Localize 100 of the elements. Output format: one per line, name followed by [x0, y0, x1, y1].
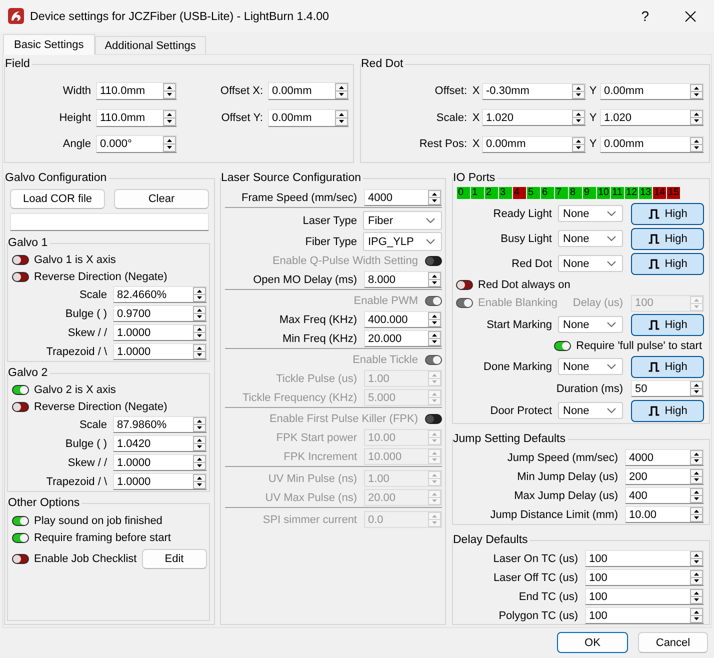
- up-down-arrows-icon[interactable]: [193, 474, 206, 489]
- polarity-button[interactable]: High: [631, 252, 704, 274]
- number-field[interactable]: 0.000°: [96, 135, 177, 153]
- cancel-button[interactable]: Cancel: [638, 632, 708, 653]
- toggle-switch[interactable]: [12, 254, 29, 264]
- toggle-switch[interactable]: [554, 340, 572, 350]
- port-indicator: 13: [639, 187, 652, 199]
- number-field[interactable]: 1.020: [482, 109, 586, 126]
- edit-button[interactable]: Edit: [142, 549, 207, 569]
- up-down-arrows-icon[interactable]: [428, 272, 441, 287]
- number-field[interactable]: 0.00mm: [600, 82, 704, 100]
- tab[interactable]: Basic Settings: [3, 34, 95, 55]
- help-button[interactable]: ?: [641, 8, 649, 24]
- number-field[interactable]: 20.000: [364, 330, 442, 347]
- polarity-button[interactable]: High: [631, 400, 704, 422]
- toggle-switch[interactable]: [12, 384, 29, 394]
- number-field[interactable]: 100: [585, 550, 704, 567]
- number-field[interactable]: 110.0mm: [96, 82, 177, 100]
- number-field[interactable]: 200: [625, 468, 704, 485]
- clear-button[interactable]: Clear: [114, 189, 209, 209]
- polarity-button[interactable]: High: [631, 314, 704, 336]
- up-down-arrows-icon[interactable]: [193, 455, 206, 470]
- up-down-arrows-icon[interactable]: [193, 287, 206, 302]
- number-field[interactable]: 82.4660%: [113, 286, 207, 303]
- up-down-arrows-icon[interactable]: [163, 136, 176, 152]
- number-field[interactable]: 0.00mm: [600, 136, 704, 152]
- polarity-button[interactable]: High: [631, 228, 704, 250]
- up-down-arrows-icon[interactable]: [163, 83, 176, 99]
- up-down-arrows-icon[interactable]: [335, 83, 348, 99]
- up-down-arrows-icon[interactable]: [690, 608, 703, 623]
- up-down-arrows-icon[interactable]: [572, 110, 585, 125]
- tab[interactable]: Additional Settings: [94, 36, 206, 54]
- number-field[interactable]: 50: [631, 380, 704, 397]
- number-field[interactable]: 100: [585, 588, 704, 605]
- up-down-arrows-icon[interactable]: [193, 417, 206, 432]
- up-down-arrows-icon[interactable]: [690, 110, 703, 125]
- up-down-arrows-icon[interactable]: [690, 570, 703, 585]
- number-field[interactable]: 400.000: [364, 311, 442, 328]
- dropdown[interactable]: None: [558, 402, 623, 419]
- up-down-arrows-icon[interactable]: [193, 344, 206, 359]
- up-down-arrows-icon[interactable]: [690, 507, 703, 522]
- up-down-arrows-icon[interactable]: [163, 110, 176, 126]
- dropdown[interactable]: None: [558, 316, 623, 333]
- number-field[interactable]: 1.020: [600, 109, 704, 126]
- up-down-arrows-icon[interactable]: [690, 589, 703, 604]
- up-down-arrows-icon[interactable]: [428, 312, 441, 327]
- load-file-button[interactable]: Load COR file: [10, 189, 105, 209]
- up-down-arrows-icon[interactable]: [335, 110, 348, 126]
- dropdown[interactable]: None: [558, 205, 623, 222]
- number-field[interactable]: 1.0000: [113, 324, 207, 341]
- up-down-arrows-icon[interactable]: [428, 331, 441, 346]
- up-down-arrows-icon[interactable]: [690, 136, 703, 152]
- toggle-switch[interactable]: [12, 554, 29, 564]
- polarity-button[interactable]: High: [631, 202, 704, 224]
- number-field[interactable]: 0.9700: [113, 305, 207, 322]
- dropdown[interactable]: None: [558, 230, 623, 247]
- up-down-arrows-icon[interactable]: [193, 306, 206, 321]
- group-title: IO Ports: [453, 171, 496, 185]
- number-field[interactable]: 1.0000: [113, 343, 207, 360]
- number-field[interactable]: 100: [585, 569, 704, 586]
- number-field[interactable]: 4000: [625, 449, 704, 466]
- number-field[interactable]: 1.0420: [113, 435, 207, 452]
- up-down-arrows-icon[interactable]: [690, 450, 703, 465]
- toggle-switch[interactable]: [12, 516, 29, 526]
- dropdown[interactable]: None: [558, 255, 623, 272]
- number-field[interactable]: 400: [625, 487, 704, 504]
- up-down-arrows-icon[interactable]: [690, 381, 703, 396]
- dropdown[interactable]: IPG_YLP: [363, 232, 442, 251]
- number-field[interactable]: 100: [585, 607, 704, 624]
- up-down-arrows-icon[interactable]: [690, 551, 703, 566]
- up-down-arrows-icon[interactable]: [428, 190, 441, 205]
- number-field[interactable]: -0.30mm: [482, 82, 586, 100]
- number-field[interactable]: 1.0000: [113, 473, 207, 490]
- number-field[interactable]: 110.0mm: [96, 108, 177, 126]
- up-down-arrows-icon[interactable]: [690, 488, 703, 503]
- number-field[interactable]: 8.000: [364, 271, 442, 288]
- number-field[interactable]: 0.00mm: [482, 136, 586, 152]
- window-title: Device settings for JCZFiber (USB-Lite) - LightBurn 1.4.00: [30, 10, 329, 22]
- up-down-arrows-icon[interactable]: [690, 84, 703, 98]
- number-field[interactable]: 0.00mm: [268, 108, 349, 126]
- toggle-switch[interactable]: [456, 280, 473, 290]
- toggle-switch[interactable]: [12, 402, 29, 412]
- number-field[interactable]: 87.9860%: [113, 416, 207, 433]
- up-down-arrows-icon[interactable]: [690, 469, 703, 484]
- close-icon[interactable]: [685, 10, 696, 22]
- number-field[interactable]: 10.00: [625, 506, 704, 523]
- toggle-switch[interactable]: [12, 272, 29, 282]
- up-down-arrows-icon[interactable]: [572, 84, 585, 98]
- number-field[interactable]: 4000: [364, 189, 442, 206]
- number-field[interactable]: 1.0000: [113, 454, 207, 471]
- dropdown[interactable]: None: [558, 358, 623, 375]
- ok-button[interactable]: OK: [557, 632, 628, 653]
- up-down-arrows-icon[interactable]: [572, 136, 585, 152]
- dropdown[interactable]: Fiber: [363, 211, 442, 230]
- toggle-switch[interactable]: [12, 532, 29, 542]
- up-down-arrows-icon[interactable]: [193, 325, 206, 340]
- file-path-field[interactable]: [10, 213, 209, 231]
- number-field[interactable]: 0.00mm: [268, 82, 349, 100]
- up-down-arrows-icon[interactable]: [193, 436, 206, 451]
- polarity-button[interactable]: High: [631, 356, 704, 378]
